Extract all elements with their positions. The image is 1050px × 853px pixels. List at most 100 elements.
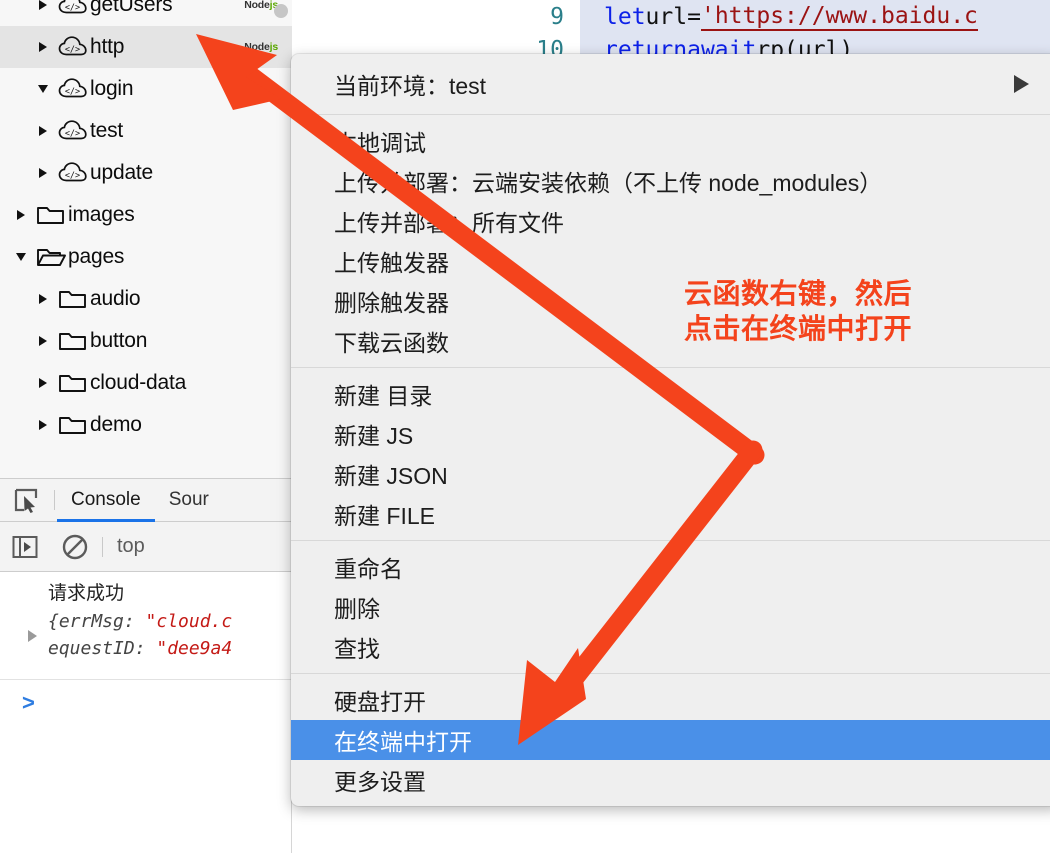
object-value: "dee9a4 <box>156 638 233 659</box>
menu-item[interactable]: 更多设置 <box>291 760 1050 800</box>
tree-item-update[interactable]: </> update <box>0 152 292 194</box>
menu-item[interactable]: 删除触发器 <box>291 281 1050 321</box>
code-token: ' <box>700 2 715 31</box>
annotation-line-1: 云函数右键，然后 <box>684 278 913 309</box>
svg-text:</>: </> <box>65 129 80 139</box>
object-line: {errMsg: "cloud.c <box>48 608 292 635</box>
devtools-tabbar: Console Sour <box>0 479 292 522</box>
cloud-code-icon: </> <box>56 0 90 17</box>
tree-item-cloud-data[interactable]: cloud-data <box>0 362 292 404</box>
folder-closed-icon <box>56 413 90 437</box>
cloud-code-icon: </> <box>58 120 87 140</box>
menu-item[interactable]: 下载云函数 <box>291 321 1050 361</box>
menu-item[interactable]: 新建 目录 <box>291 374 1050 414</box>
tree-item-demo[interactable]: demo <box>0 404 292 446</box>
execution-context-selector[interactable]: top <box>105 535 145 558</box>
cloud-code-icon: </> <box>56 77 90 101</box>
cloud-code-icon: </> <box>58 78 87 98</box>
tree-item-audio[interactable]: audio <box>0 278 292 320</box>
context-menu[interactable]: 当前环境：test 本地调试上传并部署：云端安装依赖（不上传 node_modul… <box>291 54 1050 806</box>
devtools-toolbar: top <box>0 522 292 572</box>
menu-item-label: 新建 目录 <box>334 383 433 409</box>
folder-closed-icon <box>34 203 68 227</box>
menu-item[interactable]: 新建 JS <box>291 414 1050 454</box>
clear-console-icon[interactable] <box>50 534 100 560</box>
menu-item-label: 下载云函数 <box>334 330 449 356</box>
folder-closed-icon <box>59 291 86 308</box>
tree-item-login[interactable]: </> login <box>0 68 292 110</box>
menu-item[interactable]: 本地调试 <box>291 121 1050 161</box>
menu-item-label: 本地调试 <box>334 130 426 156</box>
twisty-collapsed-icon[interactable] <box>30 378 56 388</box>
twisty-expanded-icon[interactable] <box>8 253 34 261</box>
folder-closed-icon <box>56 371 90 395</box>
console-prompt[interactable]: > <box>0 680 292 726</box>
twisty-collapsed-icon[interactable] <box>30 294 56 304</box>
code-text[interactable]: let url = ' https://www.baidu.c <box>580 0 1050 33</box>
folder-closed-icon <box>56 329 90 353</box>
twisty-collapsed-icon[interactable] <box>30 0 56 10</box>
menu-item-label: 更多设置 <box>334 769 426 795</box>
tree-item-http[interactable]: </> http Nodejs <box>0 26 292 68</box>
inspect-element-icon[interactable] <box>0 487 52 513</box>
twisty-expanded-icon[interactable] <box>30 85 56 93</box>
menu-item[interactable]: 新建 JSON <box>291 454 1050 494</box>
menu-item[interactable]: 在终端中打开 <box>291 720 1050 760</box>
line-number: 9 <box>550 3 564 30</box>
code-token: let <box>604 3 646 30</box>
code-token: url <box>645 3 688 30</box>
twisty-collapsed-icon[interactable] <box>30 420 56 430</box>
menu-item[interactable]: 上传并部署：所有文件 <box>291 201 1050 241</box>
console-sidebar-icon[interactable] <box>0 535 50 559</box>
menu-item[interactable]: 上传触发器 <box>291 241 1050 281</box>
cloud-code-icon: </> <box>56 35 90 59</box>
tree-item-images[interactable]: images <box>0 194 292 236</box>
tree-item-button[interactable]: button <box>0 320 292 362</box>
divider <box>54 490 55 510</box>
submenu-arrow-icon[interactable] <box>1014 75 1029 93</box>
menu-group: 本地调试上传并部署：云端安装依赖（不上传 node_modules） 上传并部署：… <box>291 115 1050 367</box>
file-tree[interactable]: </> getUsers Nodejs </> http Nodejs </> login </… <box>0 0 292 478</box>
cloud-code-icon: </> <box>58 36 87 56</box>
twisty-collapsed-icon[interactable] <box>30 168 56 178</box>
folder-open-icon <box>37 249 66 266</box>
menu-item[interactable]: 上传并部署：云端安装依赖（不上传 node_modules） <box>291 161 1050 201</box>
menu-item[interactable]: 删除 <box>291 587 1050 627</box>
menu-item-label: 上传并部署：云端安装依赖（不上传 node_modules） <box>334 170 883 196</box>
cloud-code-icon: </> <box>56 161 90 185</box>
twisty-collapsed-icon[interactable] <box>8 210 34 220</box>
twisty-collapsed-icon[interactable] <box>30 42 56 52</box>
menu-item[interactable]: 新建 FILE <box>291 494 1050 534</box>
menu-item[interactable]: 硬盘打开 <box>291 680 1050 720</box>
code-token-url[interactable]: https://www.baidu.c <box>714 3 978 31</box>
menu-item[interactable]: 查找 <box>291 627 1050 667</box>
console-log-object[interactable]: {errMsg: "cloud.c equestID: "dee9a4 <box>0 608 292 662</box>
annotation-line-2: 点击在终端中打开 <box>684 313 913 344</box>
tab-sources[interactable]: Sour <box>155 479 223 522</box>
tree-item-getusers[interactable]: </> getUsers Nodejs <box>0 0 292 26</box>
menu-item[interactable]: 当前环境：test <box>291 60 1050 108</box>
file-tree-scrollbar-thumb[interactable] <box>274 4 288 18</box>
object-key: {errMsg: <box>48 611 146 632</box>
svg-text:</>: </> <box>65 45 80 55</box>
menu-group: 重命名删除 查找 <box>291 541 1050 673</box>
twisty-collapsed-icon[interactable] <box>30 336 56 346</box>
tree-item-test[interactable]: </> test <box>0 110 292 152</box>
nodejs-badge-js: js <box>269 41 279 53</box>
folder-closed-icon <box>59 417 86 434</box>
tree-item-label: pages <box>68 245 125 268</box>
menu-item-label: 新建 FILE <box>334 503 435 529</box>
folder-closed-icon <box>37 207 64 224</box>
menu-item-label: 重命名 <box>334 556 403 582</box>
twisty-collapsed-icon[interactable] <box>30 126 56 136</box>
nodejs-badge: Nodejs <box>244 0 278 11</box>
tree-item-pages[interactable]: pages <box>0 236 292 278</box>
cloud-code-icon: </> <box>56 119 90 143</box>
tree-item-label: audio <box>90 287 141 310</box>
menu-item[interactable]: 重命名 <box>291 547 1050 587</box>
menu-item-label: 硬盘打开 <box>334 689 426 715</box>
code-token: = <box>687 3 701 30</box>
tab-console[interactable]: Console <box>57 479 155 522</box>
cloud-code-icon: </> <box>58 0 87 14</box>
expand-triangle-icon[interactable] <box>28 630 37 642</box>
